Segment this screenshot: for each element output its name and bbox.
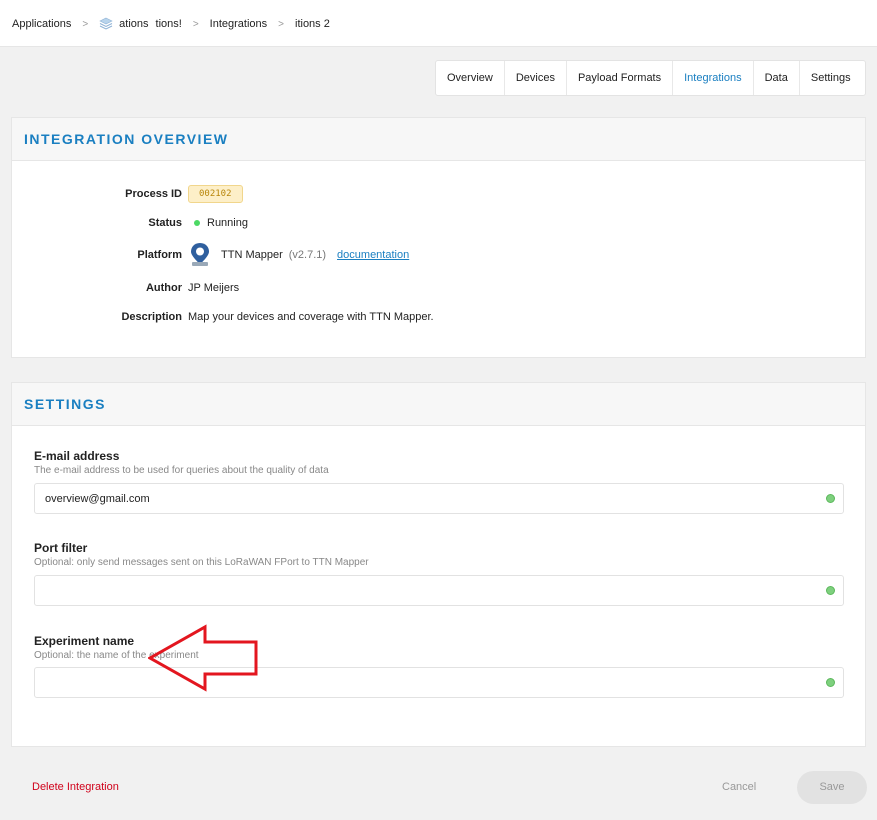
tab-integrations[interactable]: Integrations <box>673 61 754 95</box>
experiment-name-label: Experiment name <box>34 634 135 648</box>
platform-label: Platform <box>137 249 182 261</box>
app-tabs: Overview Devices Payload Formats Integra… <box>435 60 866 96</box>
description-value: Map your devices and coverage with TTN M… <box>188 311 434 323</box>
email-valid-icon <box>826 494 835 503</box>
settings-title: SETTINGS <box>24 396 107 412</box>
ttn-mapper-logo-icon <box>191 243 209 266</box>
platform-row: Platform TTN Mapper (v2.7.1) documentati… <box>12 243 867 266</box>
overview-title: INTEGRATION OVERVIEW <box>24 131 229 147</box>
tab-devices[interactable]: Devices <box>505 61 567 95</box>
description-label: Description <box>121 311 182 323</box>
process-id-label: Process ID <box>125 188 182 200</box>
experiment-name-valid-icon <box>826 678 835 687</box>
process-id-row: Process ID 002102 <box>12 185 867 203</box>
email-help: The e-mail address to be used for querie… <box>34 465 329 476</box>
status-label: Status <box>148 217 182 229</box>
documentation-link[interactable]: documentation <box>337 249 409 261</box>
breadcrumb-integrations[interactable]: Integrations <box>210 18 267 30</box>
email-label: E-mail address <box>34 449 120 463</box>
settings-card: SETTINGS E-mail address The e-mail addre… <box>11 382 866 747</box>
process-id-badge: 002102 <box>188 185 243 203</box>
tab-payload-formats[interactable]: Payload Formats <box>567 61 674 95</box>
chevron-right-icon: > <box>278 18 284 30</box>
breadcrumb: Applications > ations tions! > Integrati… <box>12 17 330 31</box>
cancel-button[interactable]: Cancel <box>722 781 756 793</box>
top-bar: Applications > ations tions! > Integrati… <box>0 0 877 47</box>
delete-integration-button[interactable]: Delete Integration <box>32 781 119 793</box>
status-value: Running <box>207 217 248 229</box>
settings-header: SETTINGS <box>12 383 865 426</box>
status-row: Status Running <box>12 214 867 232</box>
application-stack-icon <box>99 17 113 30</box>
description-row: Description Map your devices and coverag… <box>12 308 867 326</box>
port-filter-valid-icon <box>826 586 835 595</box>
port-filter-help: Optional: only send messages sent on thi… <box>34 557 369 568</box>
tab-data[interactable]: Data <box>754 61 800 95</box>
port-filter-field[interactable] <box>34 575 844 606</box>
email-field[interactable] <box>34 483 844 514</box>
author-value: JP Meijers <box>188 282 240 294</box>
annotation-arrow-icon <box>148 624 258 692</box>
integration-overview-card: INTEGRATION OVERVIEW Process ID 002102 S… <box>11 117 866 358</box>
overview-header: INTEGRATION OVERVIEW <box>12 118 865 161</box>
chevron-right-icon: > <box>192 18 199 30</box>
platform-name: TTN Mapper <box>221 249 283 261</box>
save-button[interactable]: Save <box>797 771 867 804</box>
tab-settings[interactable]: Settings <box>800 61 862 95</box>
breadcrumb-application-id[interactable]: tions! <box>156 18 182 30</box>
tab-overview[interactable]: Overview <box>436 61 505 95</box>
breadcrumb-application-name[interactable]: ations <box>119 18 148 30</box>
port-filter-label: Port filter <box>34 541 88 555</box>
status-dot-icon <box>194 220 200 226</box>
breadcrumb-applications[interactable]: Applications <box>12 18 71 30</box>
breadcrumb-current: itions 2 <box>295 18 330 30</box>
platform-version: (v2.7.1) <box>288 249 327 261</box>
author-row: Author JP Meijers <box>12 279 867 297</box>
chevron-right-icon: > <box>82 18 89 30</box>
author-label: Author <box>145 282 182 294</box>
